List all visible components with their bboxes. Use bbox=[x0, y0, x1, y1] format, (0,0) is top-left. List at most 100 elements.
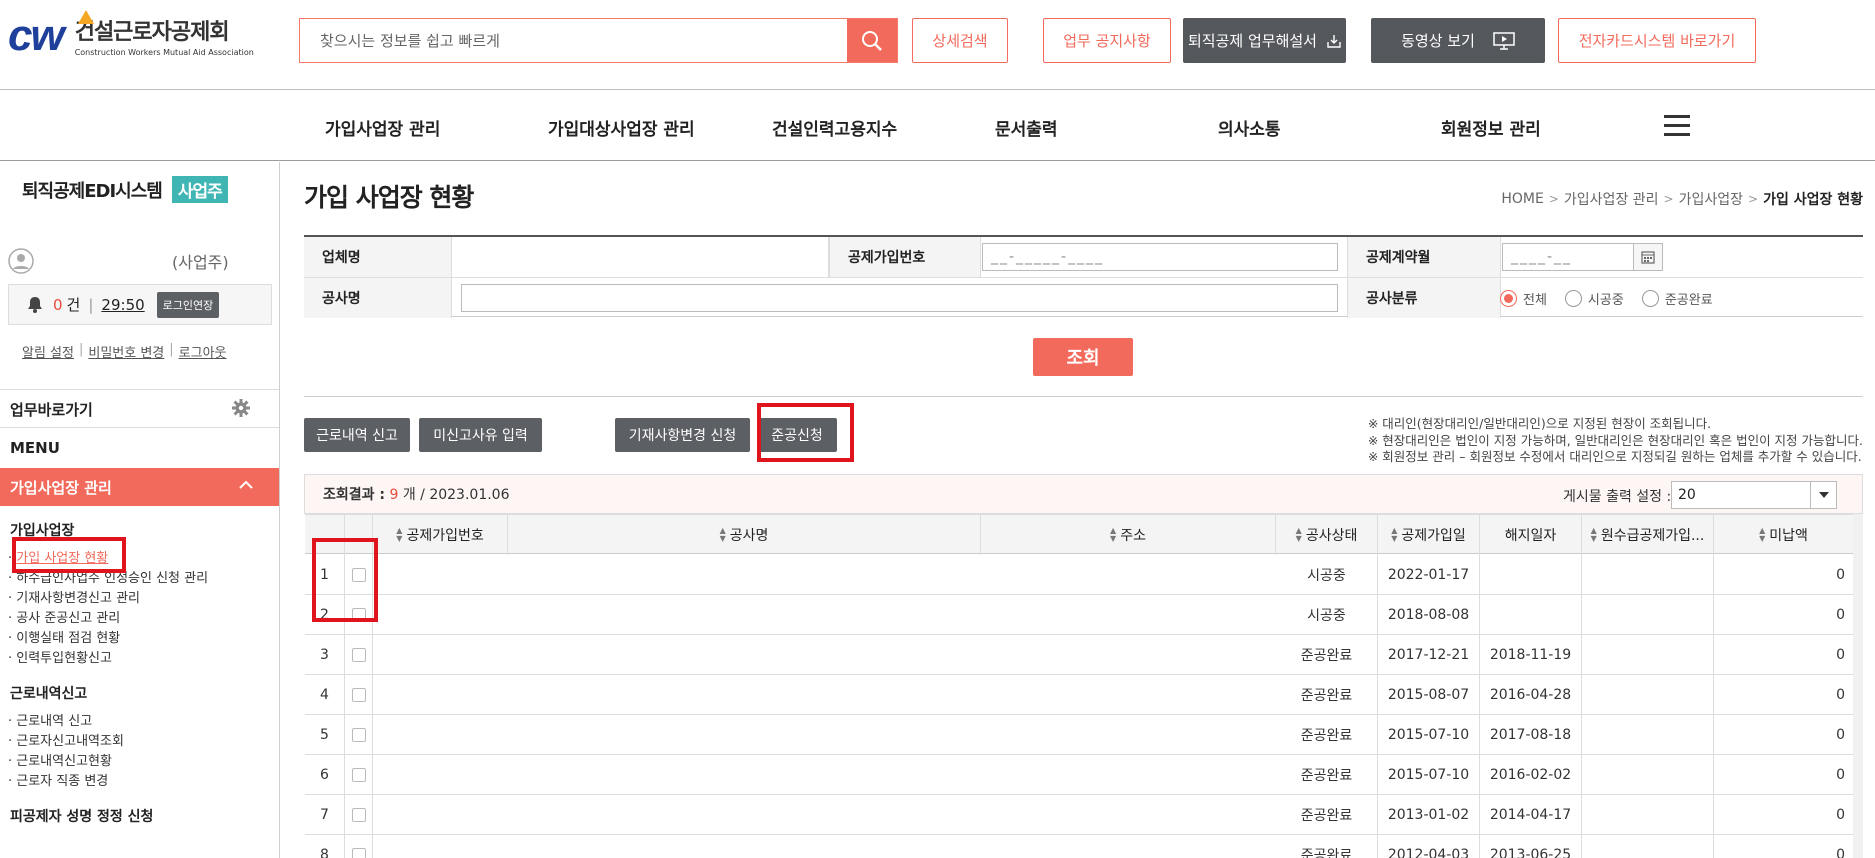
table-row[interactable]: 8 준공완료 2012-04-03 2013-06-25 0 bbox=[305, 835, 1854, 858]
cwma-logo[interactable]: cw 건설근로자공제회 Construction Workers Mutual … bbox=[8, 9, 254, 57]
sidebar-item-completion-report[interactable]: · 공사 준공신고 관리 bbox=[8, 607, 120, 626]
breadcrumb-item[interactable]: 가입사업장 관리 bbox=[1564, 189, 1659, 209]
video-button[interactable]: 동영상 보기 bbox=[1371, 18, 1545, 63]
table-row[interactable]: 4 준공완료 2015-08-07 2016-04-28 0 bbox=[305, 675, 1854, 715]
cell-address bbox=[981, 715, 1276, 755]
cell-termination-date: 2018-11-19 bbox=[1480, 635, 1582, 675]
sidebar-item-worker-report-history[interactable]: · 근로자신고내역조회 bbox=[8, 730, 124, 749]
header-join-number[interactable]: ▲ ▼ 공제가입번호 bbox=[373, 515, 508, 555]
row-checkbox[interactable] bbox=[351, 728, 366, 742]
page-size-select[interactable]: 20 bbox=[1671, 481, 1837, 509]
table-row[interactable]: 3 준공완료 2017-12-21 2018-11-19 0 bbox=[305, 635, 1854, 675]
page-size-value: 20 bbox=[1678, 487, 1696, 503]
highlight-box bbox=[312, 538, 378, 622]
sidebar-item-inspection-status[interactable]: · 이행실태 점검 현황 bbox=[8, 627, 120, 646]
logout-link[interactable]: 로그아웃 bbox=[179, 342, 227, 361]
ecard-system-button[interactable]: 전자카드시스템 바로가기 bbox=[1558, 18, 1756, 63]
table-row[interactable]: 7 준공완료 2013-01-02 2014-04-17 0 bbox=[305, 795, 1854, 835]
extend-login-button[interactable]: 로그인연장 bbox=[156, 291, 220, 318]
table-row[interactable]: 2 시공중 2018-08-08 0 bbox=[305, 595, 1854, 635]
gear-icon[interactable] bbox=[232, 399, 250, 421]
header-status[interactable]: ▲ ▼ 공사상태 bbox=[1276, 515, 1378, 555]
nav-communication[interactable]: 의사소통 bbox=[1218, 115, 1281, 140]
radio-in-progress[interactable] bbox=[1564, 290, 1582, 307]
unreported-reason-button[interactable]: 미신고사유 입력 bbox=[419, 418, 542, 452]
sidebar-item-labor-report-status[interactable]: · 근로내역신고현황 bbox=[8, 750, 112, 769]
search-button[interactable] bbox=[847, 19, 897, 62]
header-address[interactable]: ▲ ▼ 주소 bbox=[981, 515, 1276, 555]
result-bar: 조회결과 : 9 개 / 2023.01.06 게시물 출력 설정 : 20 bbox=[304, 474, 1863, 514]
sidebar-menu-label: 가입사업장 관리 bbox=[10, 478, 112, 497]
grid-scrollbar[interactable] bbox=[1853, 514, 1863, 858]
cw-logo-mark: cw bbox=[8, 9, 94, 57]
sidebar-menu-member-site-management[interactable]: 가입사업장 관리 bbox=[0, 468, 279, 506]
contract-month-input[interactable]: ____-__ bbox=[1502, 243, 1634, 271]
row-checkbox[interactable] bbox=[351, 648, 366, 662]
breadcrumb-home[interactable]: HOME bbox=[1501, 191, 1543, 207]
calendar-icon[interactable] bbox=[1633, 243, 1663, 271]
radio-all[interactable] bbox=[1500, 290, 1517, 307]
row-checkbox[interactable] bbox=[351, 688, 366, 702]
nav-member-site-management[interactable]: 가입사업장 관리 bbox=[325, 115, 440, 140]
user-role: (사업주) bbox=[172, 253, 229, 272]
monitor-icon bbox=[1493, 31, 1515, 50]
sidebar-group-name-correction[interactable]: 피공제자 성명 정정 신청 bbox=[10, 806, 153, 826]
row-checkbox[interactable] bbox=[351, 848, 366, 858]
table-row[interactable]: 6 준공완료 2015-07-10 2016-02-02 0 bbox=[305, 755, 1854, 795]
change-password-link[interactable]: 비밀번호 변경 bbox=[88, 342, 164, 361]
notification-count[interactable]: 0 bbox=[53, 296, 63, 314]
nav-target-site-management[interactable]: 가입대상사업장 관리 bbox=[548, 115, 695, 140]
company-name-input[interactable] bbox=[461, 243, 821, 271]
table-row[interactable]: 5 준공완료 2015-07-10 2017-08-18 0 bbox=[305, 715, 1854, 755]
row-checkbox[interactable] bbox=[351, 808, 366, 822]
change-request-button[interactable]: 기재사항변경 신청 bbox=[615, 418, 750, 452]
project-name-input[interactable] bbox=[461, 284, 1338, 312]
nav-document-print[interactable]: 문서출력 bbox=[995, 115, 1058, 140]
header-join-date[interactable]: ▲ ▼ 공제가입일 bbox=[1378, 515, 1480, 555]
search-input[interactable] bbox=[300, 19, 847, 62]
sidebar-item-manpower-report[interactable]: · 인력투입현황신고 bbox=[8, 647, 112, 666]
nav-employment-index[interactable]: 건설인력고용지수 bbox=[772, 115, 897, 140]
breadcrumb-item[interactable]: 가입사업장 bbox=[1679, 189, 1743, 209]
cell-project-name bbox=[508, 675, 981, 715]
hamburger-menu-icon[interactable] bbox=[1664, 115, 1690, 136]
cell-join-number bbox=[373, 755, 508, 795]
header-project-name[interactable]: ▲ ▼ 공사명 bbox=[508, 515, 981, 555]
sidebar-item-label: 근로내역신고현황 bbox=[16, 754, 112, 769]
query-button[interactable]: 조회 bbox=[1033, 338, 1133, 376]
cell-row-number: 3 bbox=[305, 635, 345, 675]
cell-row-number: 4 bbox=[305, 675, 345, 715]
menu-heading: MENU bbox=[10, 439, 60, 457]
header-prime-contractor[interactable]: ▲ ▼ 원수급공제가입... bbox=[1582, 515, 1714, 555]
cell-join-number bbox=[373, 715, 508, 755]
header-termination-date[interactable]: 해지일자 bbox=[1480, 515, 1582, 555]
sidebar-item-worker-job-change[interactable]: · 근로자 직종 변경 bbox=[8, 770, 108, 789]
cell-termination-date: 2017-08-18 bbox=[1480, 715, 1582, 755]
notice-button[interactable]: 업무 공지사항 bbox=[1043, 18, 1171, 63]
cell-checkbox bbox=[345, 755, 373, 795]
radio-completed[interactable] bbox=[1641, 290, 1659, 307]
header-label: 공제가입번호 bbox=[406, 528, 484, 544]
advanced-search-button[interactable]: 상세검색 bbox=[912, 18, 1008, 63]
caret-down-icon bbox=[1810, 482, 1836, 508]
highlight-box bbox=[757, 403, 854, 462]
header-label: 주소 bbox=[1120, 528, 1146, 544]
table-row[interactable]: 1 시공중 2022-01-17 0 bbox=[305, 555, 1854, 595]
cell-checkbox bbox=[345, 675, 373, 715]
cell-prime-contractor bbox=[1582, 715, 1714, 755]
sort-icon: ▲ ▼ bbox=[396, 526, 403, 543]
nav-member-info[interactable]: 회원정보 관리 bbox=[1441, 115, 1541, 140]
join-number-input[interactable]: __-_____-____ bbox=[982, 243, 1338, 271]
manual-download-button[interactable]: 퇴직공제 업무해설서 bbox=[1183, 18, 1346, 63]
bell-icon[interactable] bbox=[27, 296, 43, 313]
result-summary: 조회결과 : 9 개 / 2023.01.06 bbox=[323, 484, 510, 504]
header-unpaid-amount[interactable]: ▲ ▼ 미납액 bbox=[1714, 515, 1854, 555]
sidebar-item-labor-report[interactable]: · 근로내역 신고 bbox=[8, 710, 92, 729]
row-checkbox[interactable] bbox=[351, 768, 366, 782]
notification-settings-link[interactable]: 알림 설정 bbox=[22, 342, 74, 361]
divider bbox=[0, 389, 279, 390]
notice-text: ※ 대리인(현장대리인/일반대리인)으로 지정된 현장이 조회됩니다. ※ 현장… bbox=[1368, 416, 1863, 466]
labor-report-button[interactable]: 근로내역 신고 bbox=[304, 418, 410, 452]
sidebar-item-change-report[interactable]: · 기재사항변경신고 관리 bbox=[8, 587, 140, 606]
notice-line: ※ 회원정보 관리 – 회원정보 수정에서 대리인으로 지정되길 원하는 업체를… bbox=[1367, 449, 1862, 464]
